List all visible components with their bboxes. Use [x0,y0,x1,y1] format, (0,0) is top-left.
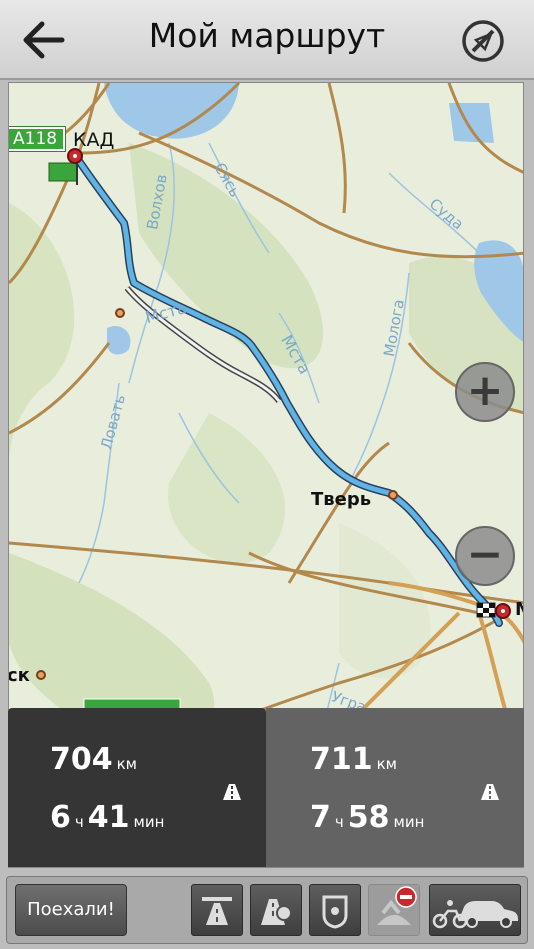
map-label-sk: ск [8,665,30,686]
toll-road-icon [481,784,499,800]
zoom-in-button[interactable]: + [455,362,515,422]
map-label-kad: КАД [73,129,115,151]
route-distance: 704 км [50,742,138,777]
route-time: 6 ч 41 мин [50,800,165,835]
car-motorcycle-icon [432,900,518,929]
avoid-unpaved-button[interactable] [309,884,361,936]
avoid-toll-roads-button[interactable] [250,884,302,936]
route-option-1[interactable]: 704 км 6 ч 41 мин [8,708,266,867]
map-label-tver: Тверь [311,489,372,510]
route-time: 7 ч 58 мин [310,800,425,835]
compass-off-icon[interactable] [460,18,506,64]
page-title: Мой маршрут [148,16,386,55]
vehicle-type-button[interactable] [429,884,521,936]
zoom-out-button[interactable]: − [455,526,515,586]
bottom-toolbar: Поехали! [6,876,528,944]
toll-road-icon [261,899,292,925]
highway-icon [202,897,232,925]
header-bar: Мой маршрут [0,0,534,80]
go-button[interactable]: Поехали! [15,884,127,936]
route-distance: 711 км [310,742,398,777]
ferry-no-entry-icon [377,886,417,925]
toll-road-icon [223,784,241,800]
shield-icon [322,895,348,929]
avoid-ferries-button[interactable] [368,884,420,936]
map-label-m: М [515,599,523,620]
road-badge: A118 [9,126,67,152]
route-option-2[interactable]: 711 км 7 ч 58 мин [266,708,524,867]
avoid-highways-button[interactable] [191,884,243,936]
